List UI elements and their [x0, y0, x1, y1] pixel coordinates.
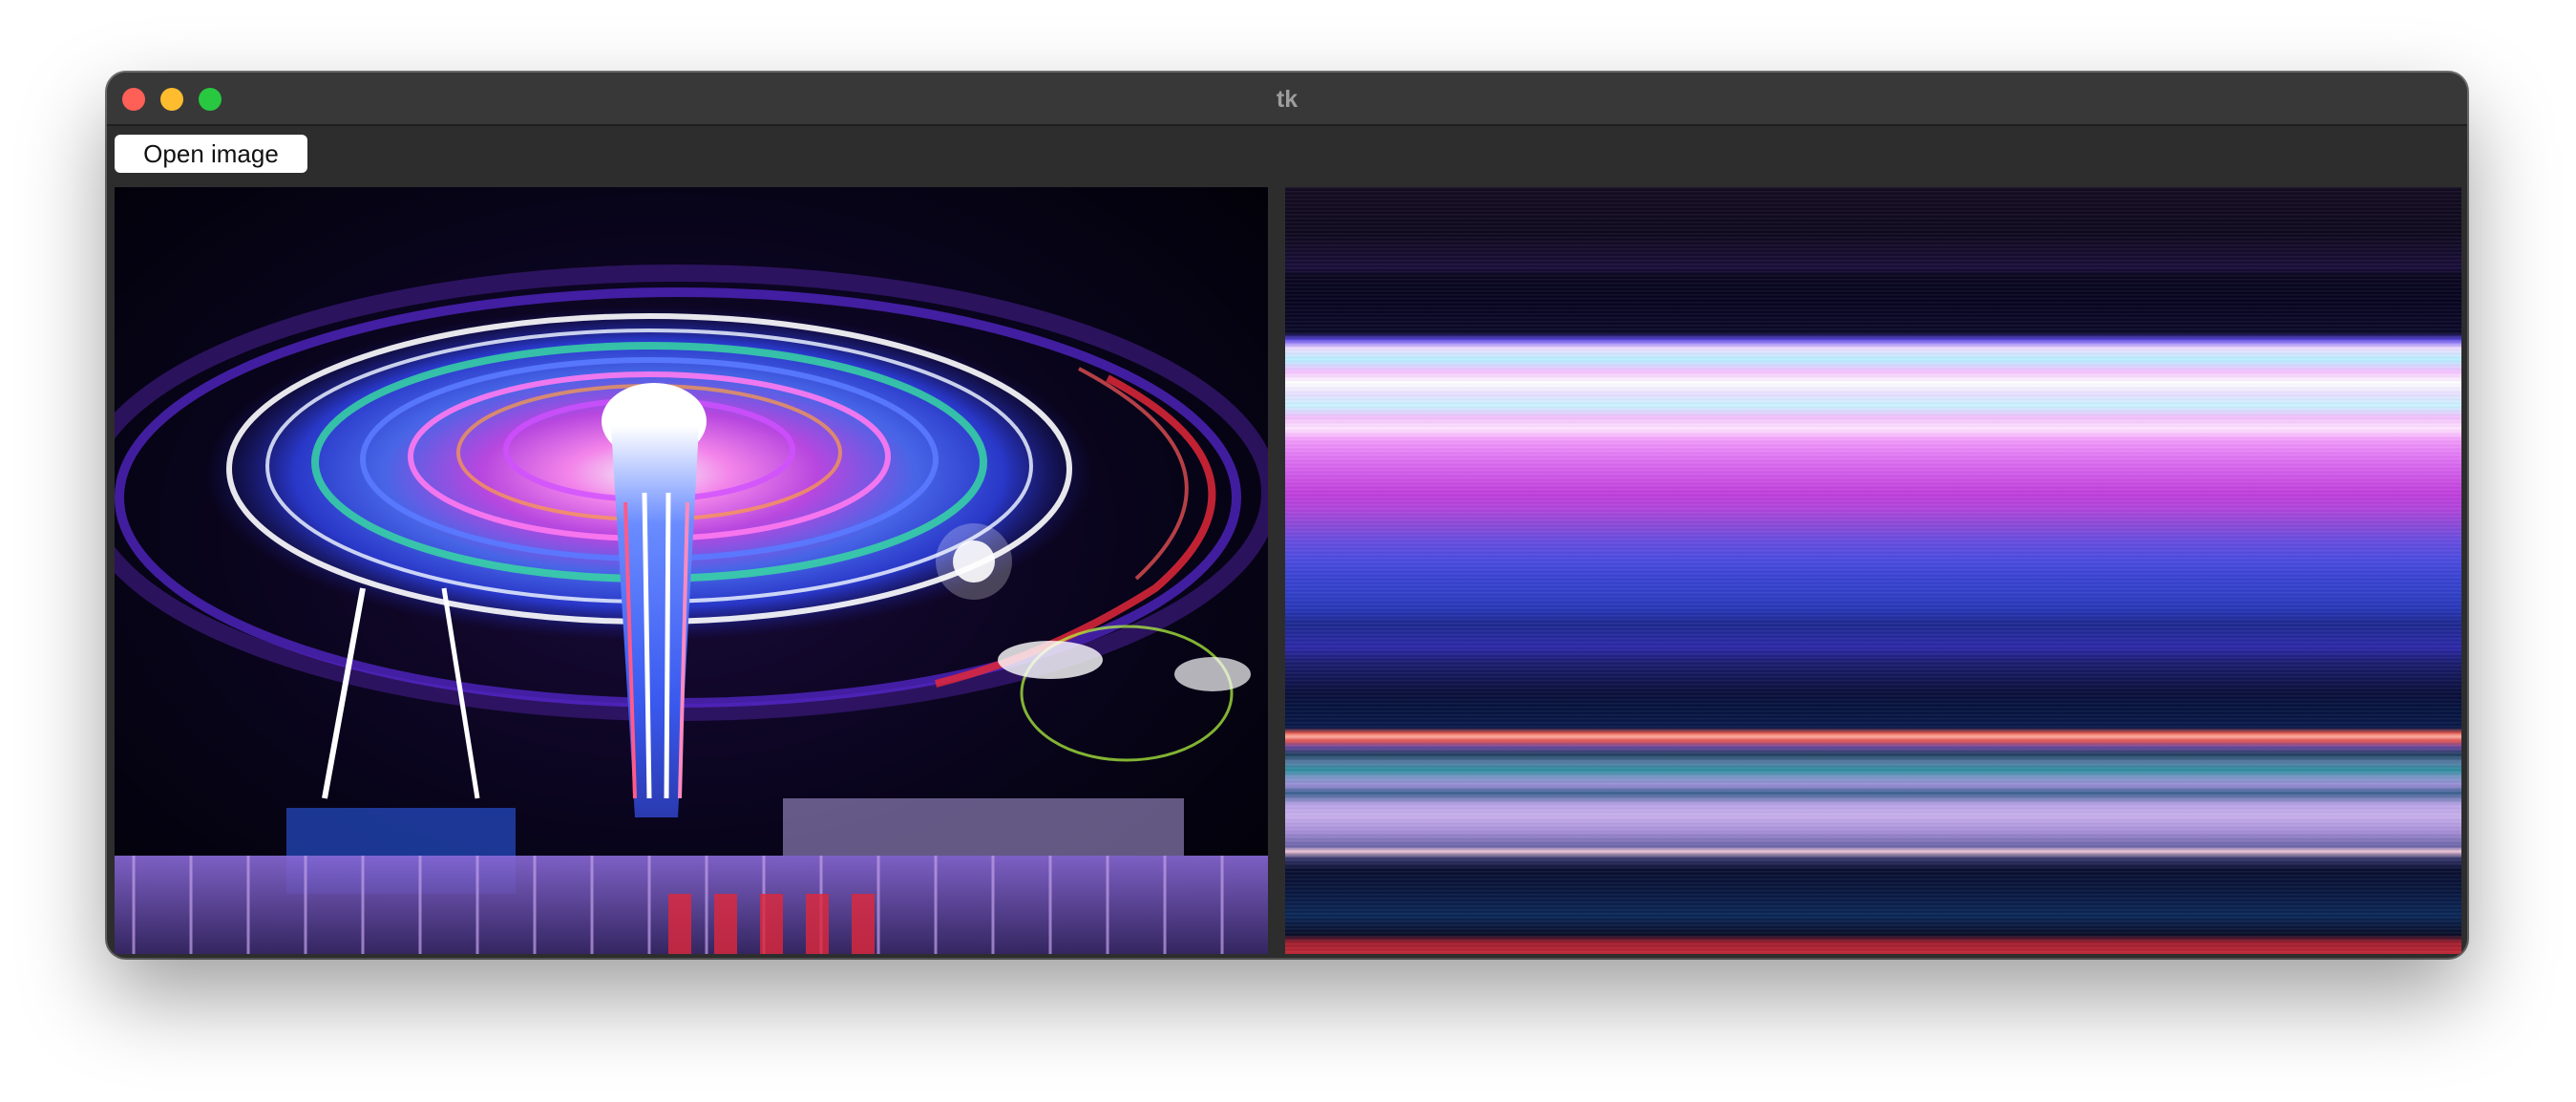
window-title: tk	[1276, 86, 1299, 113]
stripe-texture-overlay	[1285, 187, 2461, 954]
open-image-button[interactable]: Open image	[115, 135, 307, 173]
color-stripes-panel	[1285, 187, 2461, 954]
source-image	[115, 187, 1268, 954]
original-image-panel	[115, 187, 1268, 954]
toolbar: Open image	[107, 126, 2467, 185]
title-bar[interactable]: tk	[107, 73, 2467, 126]
app-window: tk Open image	[107, 73, 2467, 958]
